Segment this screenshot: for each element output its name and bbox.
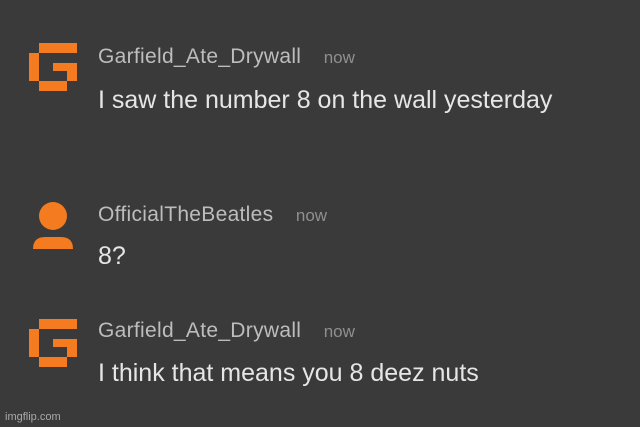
username[interactable]: Garfield_Ate_Drywall (98, 45, 301, 68)
comment-text: I think that means you 8 deez nuts (98, 359, 479, 387)
username[interactable]: Garfield_Ate_Drywall (98, 319, 301, 342)
timestamp: now (295, 206, 328, 225)
timestamp: now (323, 48, 355, 67)
comment-text: 8? (98, 242, 126, 270)
username[interactable]: OfficialTheBeatles (98, 203, 273, 226)
comment-header: Garfield_Ate_Drywall now (98, 319, 355, 343)
default-user-avatar-icon[interactable] (29, 201, 77, 249)
watermark: imgflip.com (5, 411, 61, 423)
imgflip-g-logo-icon[interactable] (29, 319, 77, 367)
comment-header: OfficialTheBeatles now (98, 203, 327, 227)
comment-text: I saw the number 8 on the wall yesterday (98, 86, 553, 114)
comment-header: Garfield_Ate_Drywall now (98, 45, 355, 69)
timestamp: now (323, 322, 355, 341)
imgflip-g-logo-icon[interactable] (29, 43, 77, 91)
